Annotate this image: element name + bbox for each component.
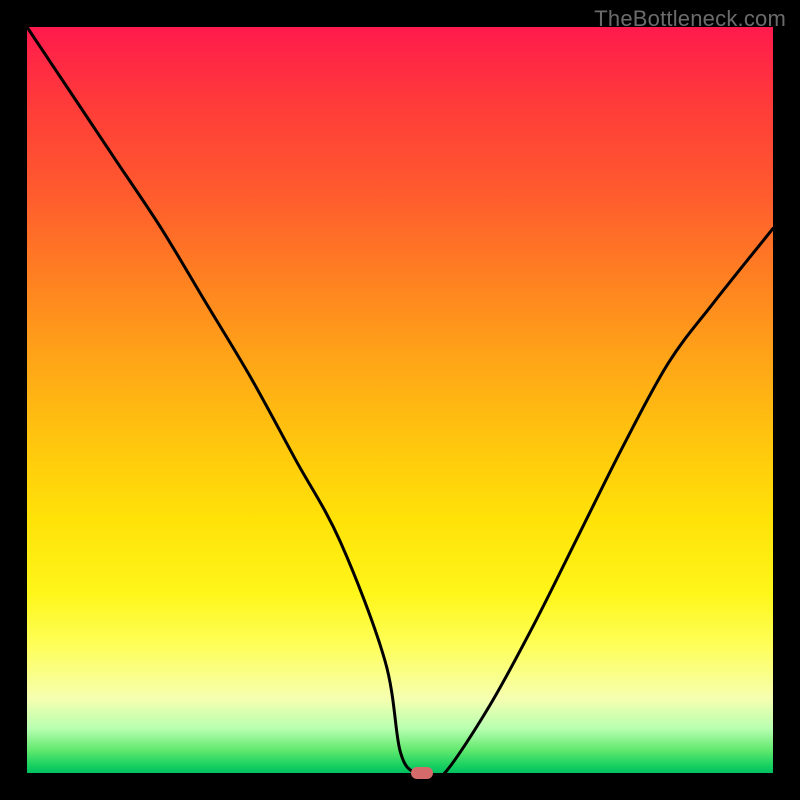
chart-frame: TheBottleneck.com xyxy=(0,0,800,800)
plot-area xyxy=(27,27,773,773)
watermark-text: TheBottleneck.com xyxy=(594,6,786,32)
optimal-marker xyxy=(411,767,433,779)
bottleneck-curve xyxy=(27,27,773,773)
